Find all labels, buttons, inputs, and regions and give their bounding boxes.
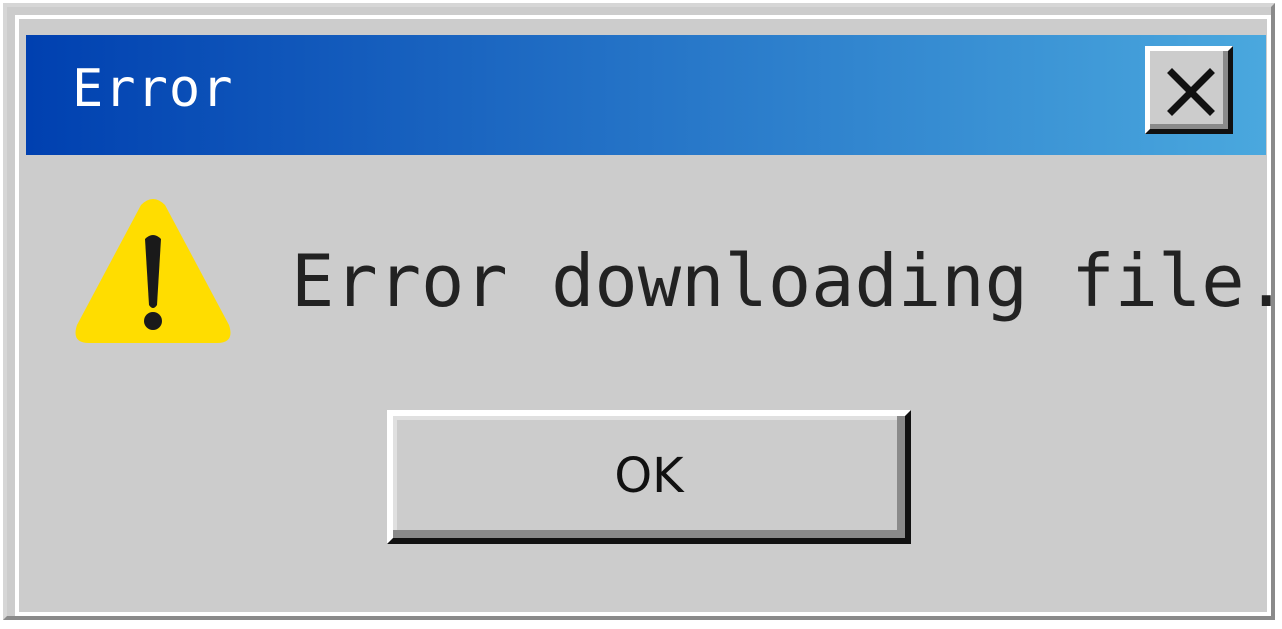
error-message: Error downloading file. — [291, 239, 1282, 323]
ok-button-label: OK — [614, 448, 684, 504]
close-button[interactable] — [1145, 46, 1233, 134]
ok-button[interactable]: OK — [387, 410, 911, 544]
title-bar[interactable]: Error — [26, 35, 1266, 155]
warning-icon — [75, 199, 231, 343]
close-icon — [1167, 68, 1215, 116]
dialog-title: Error — [72, 59, 234, 119]
error-dialog: Error Error downloading file. OK — [3, 3, 1282, 620]
